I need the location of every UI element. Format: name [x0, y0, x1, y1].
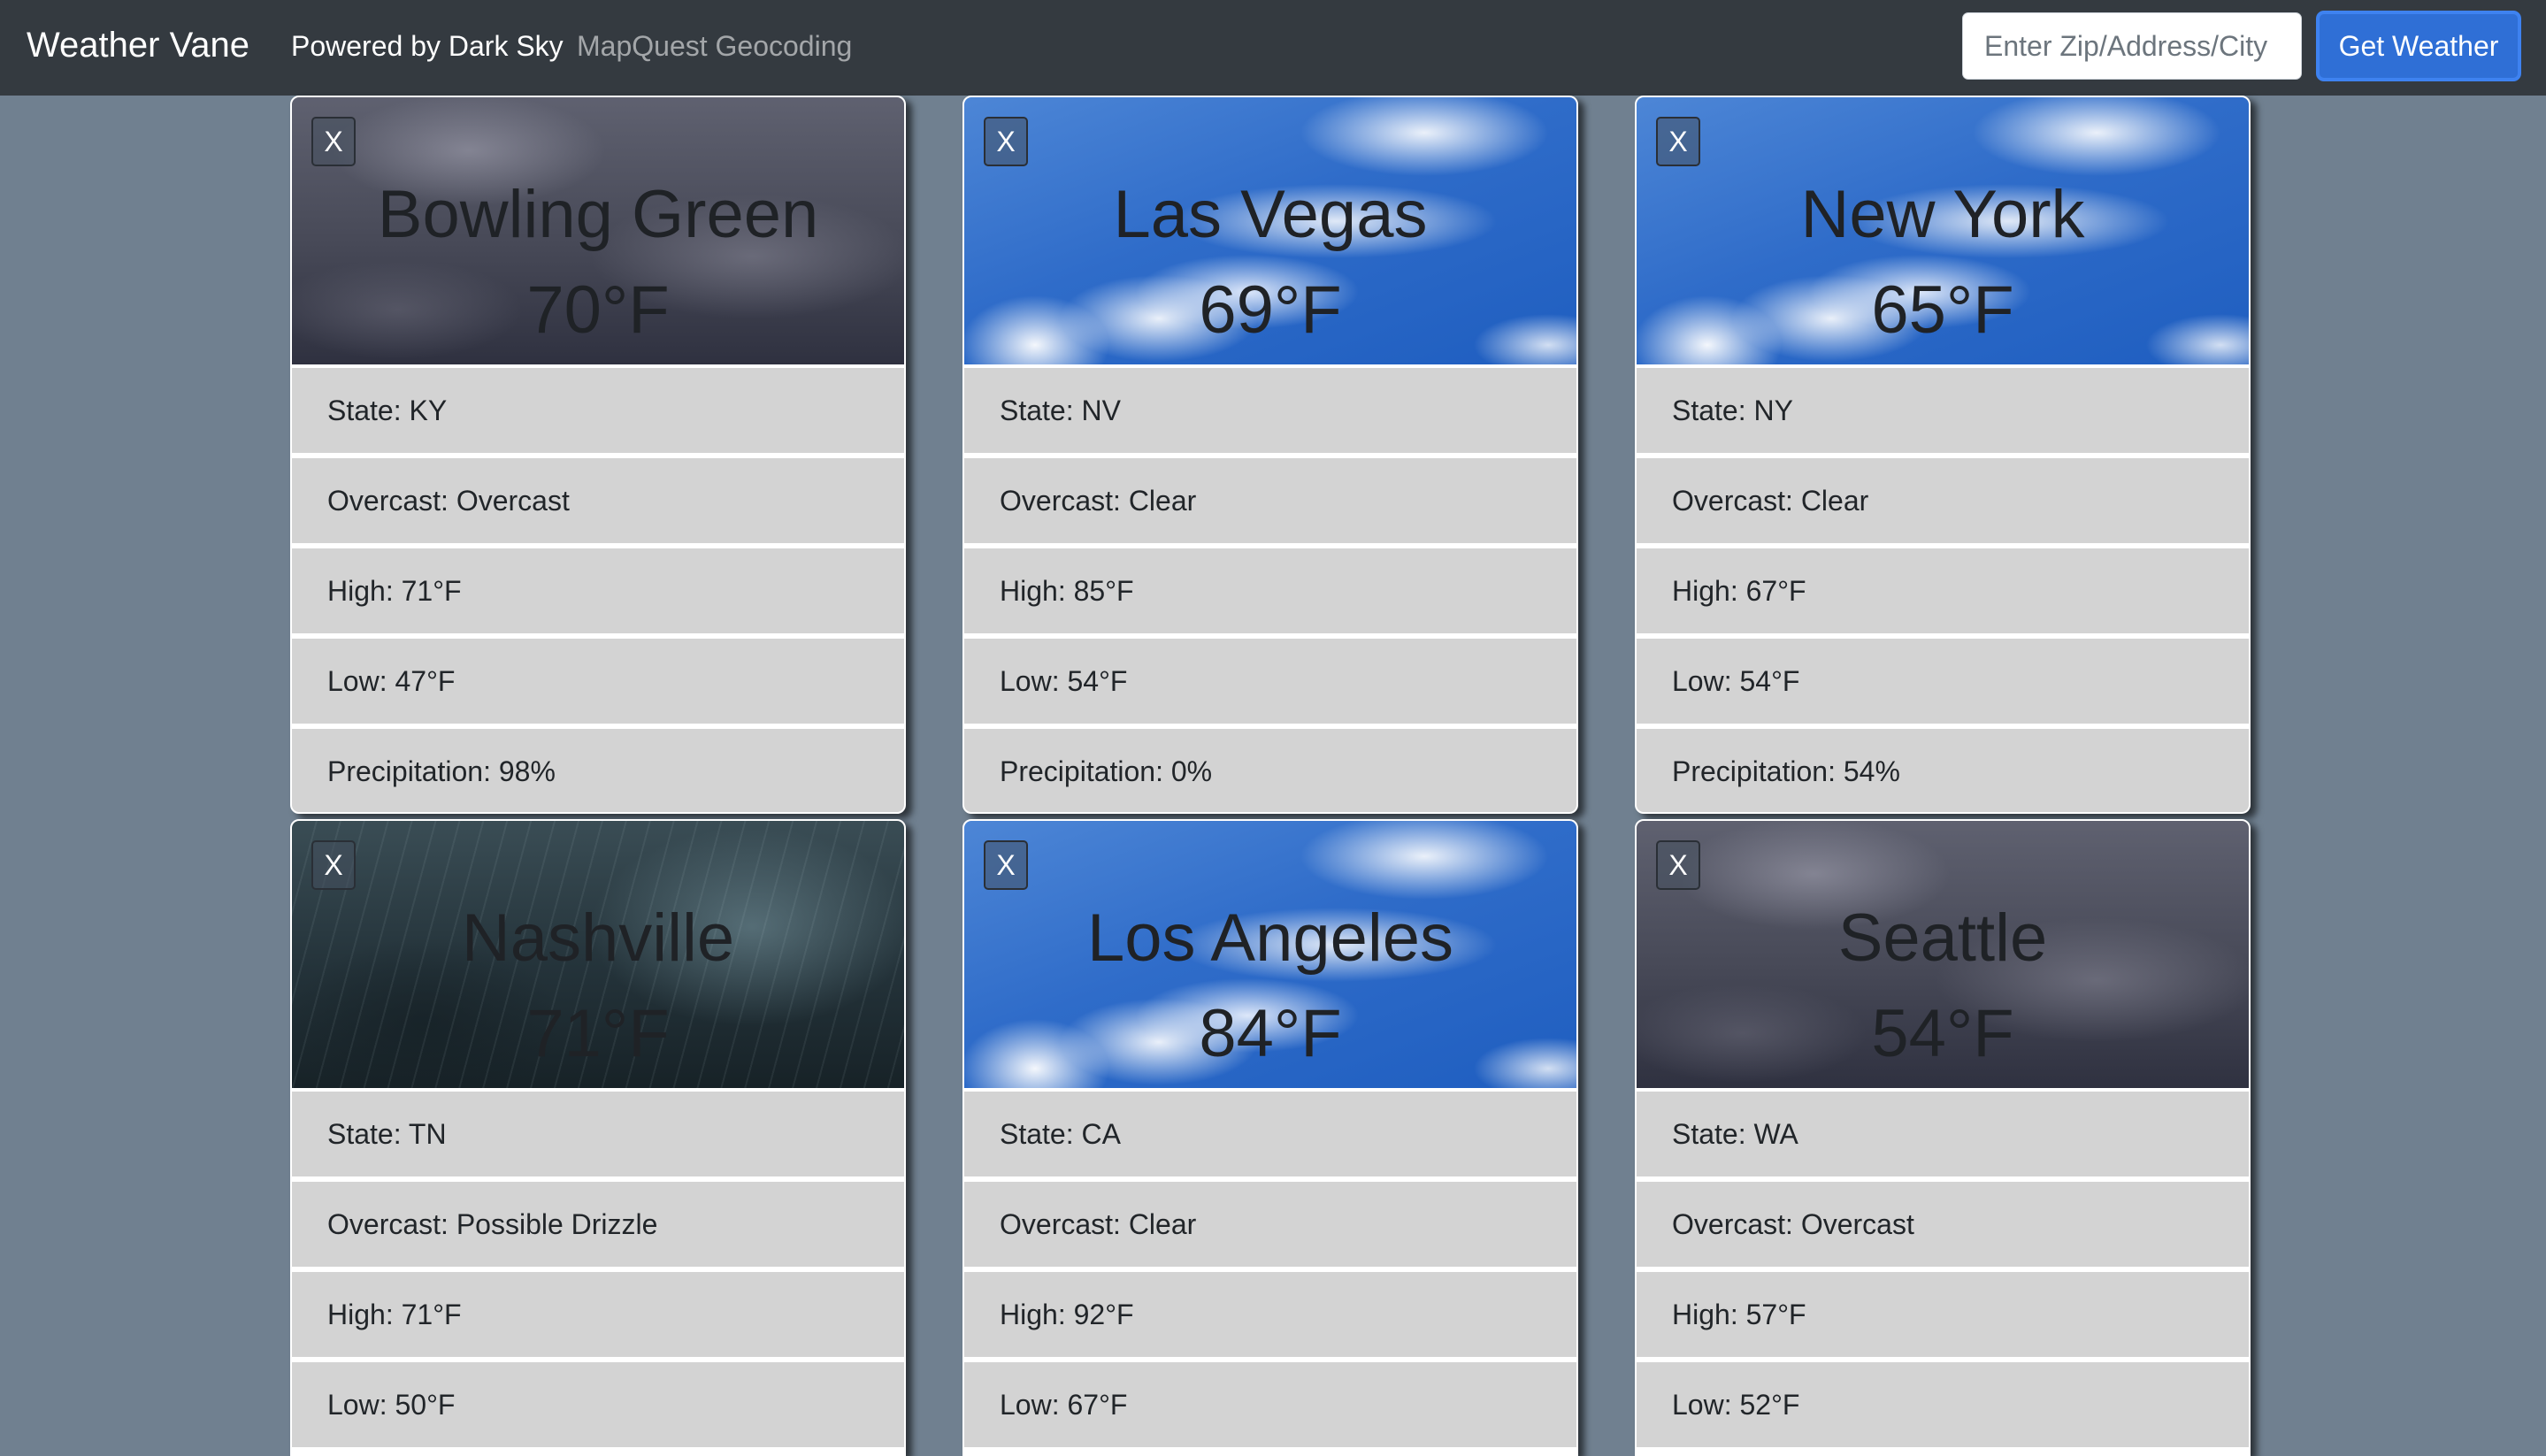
close-card-button[interactable]: X [1656, 840, 1700, 890]
high-temp-item: High: 67°F [1637, 548, 2249, 633]
current-temperature: 71°F [526, 996, 670, 1071]
weather-image-clear-sky: X New York 65°F [1637, 97, 2249, 364]
weather-image-overcast: X Bowling Green 70°F [292, 97, 904, 364]
weather-card-las-vegas: X Las Vegas 69°F State: NV Overcast: Cle… [962, 96, 1578, 814]
weather-image-clear-sky: X Los Angeles 84°F [964, 821, 1576, 1088]
high-temp-item: High: 71°F [292, 548, 904, 633]
city-name: Las Vegas [1113, 177, 1428, 252]
city-name: Nashville [461, 900, 735, 976]
weather-card-los-angeles: X Los Angeles 84°F State: CA Overcast: C… [962, 819, 1578, 1456]
current-temperature: 69°F [1199, 272, 1342, 348]
current-temperature: 84°F [1199, 996, 1342, 1071]
state-item: State: NV [964, 368, 1576, 453]
precipitation-item: Precipitation: 54% [1637, 729, 2249, 812]
overcast-item: Overcast: Overcast [292, 458, 904, 543]
precipitation-item: Precipitation: 0% [964, 729, 1576, 812]
get-weather-button[interactable]: Get Weather [2316, 11, 2521, 81]
close-card-button[interactable]: X [311, 117, 356, 166]
weather-card-seattle: X Seattle 54°F State: WA Overcast: Overc… [1635, 819, 2251, 1456]
weather-card-new-york: X New York 65°F State: NY Overcast: Clea… [1635, 96, 2251, 814]
low-temp-item: Low: 54°F [964, 639, 1576, 724]
high-temp-item: High: 92°F [964, 1272, 1576, 1357]
brand-title[interactable]: Weather Vane [27, 23, 249, 67]
low-temp-item: Low: 54°F [1637, 639, 2249, 724]
precipitation-item: Precipitation: 98% [292, 729, 904, 812]
high-temp-item: High: 85°F [964, 548, 1576, 633]
weather-image-rain: X Nashville 71°F [292, 821, 904, 1088]
high-temp-item: High: 57°F [1637, 1272, 2249, 1357]
current-temperature: 70°F [526, 272, 670, 348]
nav-link-mapquest-geocoding[interactable]: MapQuest Geocoding [577, 28, 852, 64]
state-item: State: CA [964, 1092, 1576, 1176]
weather-card-bowling-green: X Bowling Green 70°F State: KY Overcast:… [290, 96, 906, 814]
weather-image-clear-sky: X Las Vegas 69°F [964, 97, 1576, 364]
nav-link-dark-sky[interactable]: Powered by Dark Sky [291, 28, 564, 64]
state-item: State: KY [292, 368, 904, 453]
weather-image-overcast: X Seattle 54°F [1637, 821, 2249, 1088]
low-temp-item: Low: 67°F [964, 1362, 1576, 1447]
top-navbar: Weather Vane Powered by Dark Sky MapQues… [0, 0, 2546, 96]
city-name: Bowling Green [377, 177, 819, 252]
close-card-button[interactable]: X [984, 117, 1028, 166]
high-temp-item: High: 71°F [292, 1272, 904, 1357]
state-item: State: WA [1637, 1092, 2249, 1176]
overcast-item: Overcast: Overcast [1637, 1182, 2249, 1267]
current-temperature: 54°F [1871, 996, 2014, 1071]
weather-card-nashville: X Nashville 71°F State: TN Overcast: Pos… [290, 819, 906, 1456]
current-temperature: 65°F [1871, 272, 2014, 348]
close-card-button[interactable]: X [984, 840, 1028, 890]
overcast-item: Overcast: Clear [964, 1182, 1576, 1267]
city-name: New York [1800, 177, 2085, 252]
city-name: Los Angeles [1086, 900, 1454, 976]
city-name: Seattle [1837, 900, 2048, 976]
state-item: State: TN [292, 1092, 904, 1176]
overcast-item: Overcast: Clear [1637, 458, 2249, 543]
overcast-item: Overcast: Possible Drizzle [292, 1182, 904, 1267]
location-search-input[interactable] [1962, 12, 2302, 80]
low-temp-item: Low: 50°F [292, 1362, 904, 1447]
close-card-button[interactable]: X [1656, 117, 1700, 166]
close-card-button[interactable]: X [311, 840, 356, 890]
low-temp-item: Low: 47°F [292, 639, 904, 724]
state-item: State: NY [1637, 368, 2249, 453]
overcast-item: Overcast: Clear [964, 458, 1576, 543]
low-temp-item: Low: 52°F [1637, 1362, 2249, 1447]
